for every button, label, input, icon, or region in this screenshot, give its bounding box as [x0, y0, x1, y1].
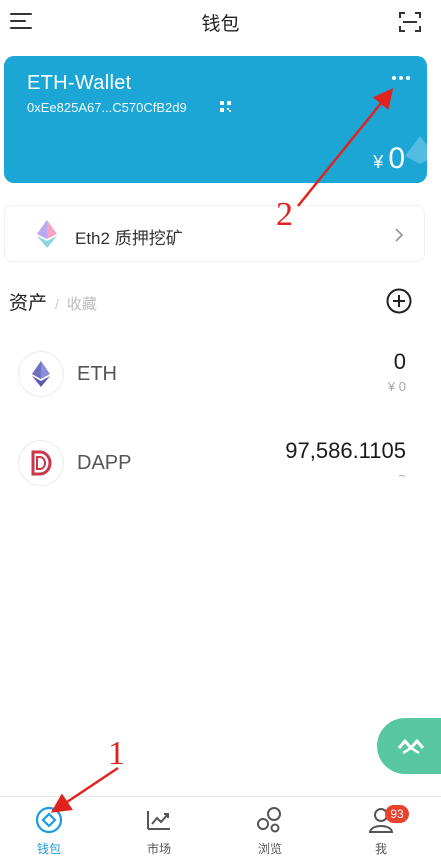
wallet-name: ETH-Wallet: [27, 72, 132, 94]
menu-icon[interactable]: [10, 11, 32, 31]
tab-favorites[interactable]: 收藏: [67, 293, 97, 314]
asset-fiat-value: ¥ 0: [387, 379, 406, 394]
add-asset-icon[interactable]: [386, 288, 412, 314]
wave-icon: [397, 739, 425, 755]
scan-icon[interactable]: [398, 10, 422, 34]
nav-label: 我: [374, 842, 387, 856]
wallet-balance: ¥ 0: [373, 142, 405, 176]
annotation-number-1: 1: [108, 735, 125, 772]
nav-me[interactable]: 我 93: [346, 805, 416, 861]
eth-logo: [18, 351, 64, 397]
chevron-right-icon: [395, 228, 404, 242]
balance-value: 0: [388, 142, 405, 175]
wallet-address[interactable]: 0xEe825A67...C570CfB2d9: [27, 100, 187, 115]
nav-label: 市场: [146, 842, 171, 856]
bottom-nav: 钱包 市场 浏览 我 93: [0, 796, 441, 863]
asset-row-dapp[interactable]: DAPP 97,586.1105 ~: [0, 434, 441, 494]
asset-fiat-value: ~: [398, 468, 406, 483]
notification-badge: 93: [385, 805, 409, 823]
assets-tabs: 资产 / 收藏: [9, 288, 97, 315]
wallet-card[interactable]: ETH-Wallet 0xEe825A67...C570CfB2d9 ¥ 0: [4, 56, 427, 183]
page-title: 钱包: [201, 13, 240, 35]
annotation-number-2: 2: [276, 196, 293, 233]
nav-wallet[interactable]: 钱包: [14, 805, 84, 861]
asset-amount: 97,586.1105: [285, 438, 406, 463]
market-chart-icon: [147, 811, 170, 830]
eth-watermark-icon: [405, 136, 427, 164]
nav-label: 浏览: [257, 842, 282, 856]
asset-symbol: DAPP: [77, 452, 132, 474]
browse-bubbles-icon: [257, 807, 281, 833]
qr-code-icon[interactable]: [220, 101, 231, 112]
tab-separator: /: [55, 296, 59, 312]
asset-row-eth[interactable]: ETH 0 ¥ 0: [0, 345, 441, 405]
nav-market[interactable]: 市场: [124, 805, 194, 861]
floating-action-button[interactable]: [377, 718, 441, 774]
eth-logo-icon: [32, 361, 50, 387]
eth2-staking-row[interactable]: Eth2 质押挖矿: [4, 205, 425, 262]
eth2-logo-icon: [37, 220, 57, 248]
wallet-diamond-icon: [35, 806, 63, 834]
asset-symbol: ETH: [77, 363, 117, 385]
nav-browse[interactable]: 浏览: [235, 805, 305, 861]
dapp-logo: [18, 440, 64, 486]
dapp-logo-icon: [31, 450, 52, 476]
currency-symbol: ¥: [373, 152, 384, 172]
nav-label: 钱包: [36, 842, 61, 856]
more-options-icon[interactable]: [391, 74, 411, 82]
eth2-staking-label: Eth2 质押挖矿: [75, 229, 183, 248]
tab-assets[interactable]: 资产: [9, 288, 47, 315]
app-header: 钱包: [0, 0, 441, 44]
asset-amount: 0: [393, 349, 406, 374]
